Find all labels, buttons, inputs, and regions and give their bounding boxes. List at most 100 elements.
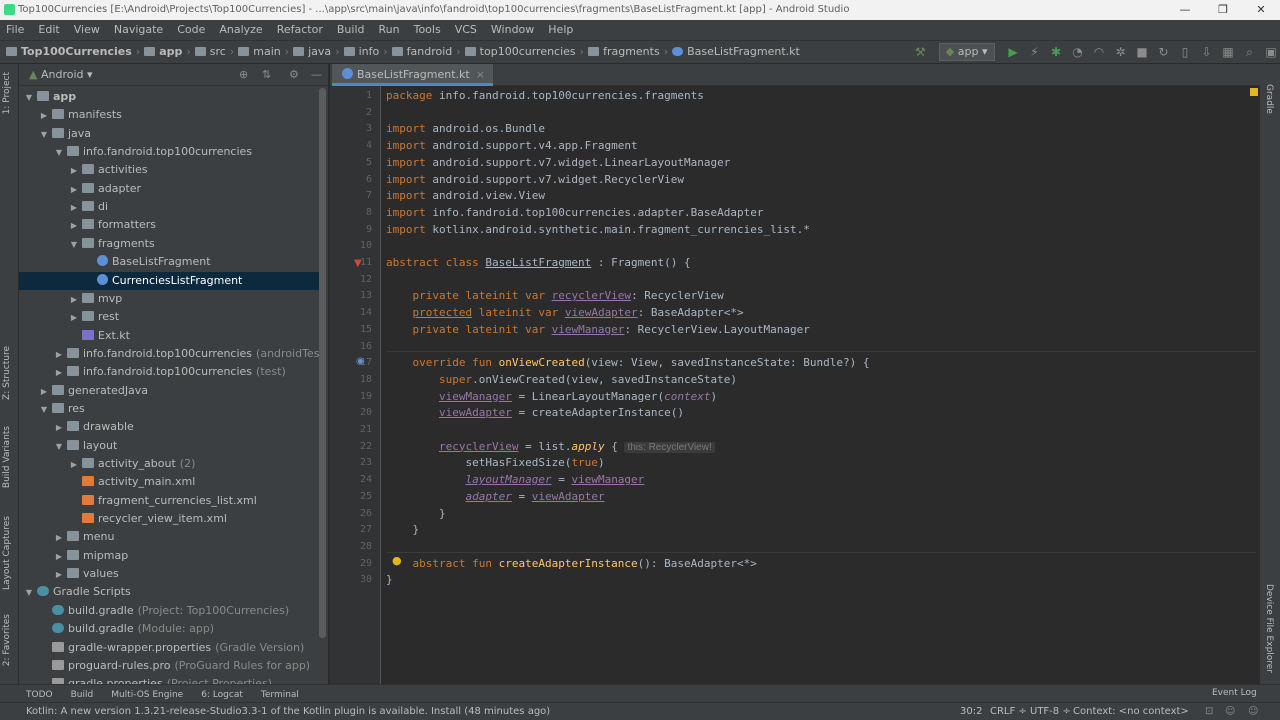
status-message[interactable]: Kotlin: A new version 1.3.21-release-Stu… xyxy=(26,706,550,717)
menu-code[interactable]: Code xyxy=(177,23,205,36)
menu-view[interactable]: View xyxy=(74,23,100,36)
breadcrumb-item[interactable]: src › xyxy=(194,41,234,63)
chevron-right-icon[interactable]: ▶ xyxy=(38,383,50,401)
tree-item[interactable]: ▶ manifests xyxy=(19,106,319,124)
chevron-right-icon[interactable]: ▶ xyxy=(68,291,80,309)
chevron-down-icon[interactable]: ▼ xyxy=(23,584,35,602)
breadcrumb-item[interactable]: main › xyxy=(238,41,289,63)
chevron-down-icon[interactable]: ▼ xyxy=(38,126,50,144)
lock-icon[interactable]: ⊡ xyxy=(1205,703,1213,720)
breadcrumb-item[interactable]: top100currencies › xyxy=(464,41,584,63)
tree-item[interactable]: ▼ layout xyxy=(19,437,319,455)
menu-build[interactable]: Build xyxy=(337,23,365,36)
tree-item[interactable]: ▼ fragments xyxy=(19,235,319,253)
notifications-icon[interactable]: ☺ xyxy=(1248,703,1258,720)
tree-item[interactable]: fragment_currencies_list.xml xyxy=(19,492,319,510)
tree-item[interactable]: BaseListFragment xyxy=(19,253,319,271)
chevron-right-icon[interactable]: ▶ xyxy=(38,107,50,125)
tree-item[interactable]: build.gradle (Project: Top100Currencies) xyxy=(19,602,319,620)
gradle-tool-tab[interactable]: Gradle xyxy=(1264,84,1274,114)
line-separator[interactable]: CRLF ÷ xyxy=(990,703,1027,720)
device-file-explorer-tab[interactable]: Device File Explorer xyxy=(1264,584,1274,673)
close-button[interactable]: ✕ xyxy=(1242,0,1280,20)
tree-item[interactable]: ▶ generatedJava xyxy=(19,382,319,400)
tool-window-6-logcat[interactable]: 6: Logcat xyxy=(201,690,243,700)
tree-item[interactable]: gradle.properties (Project Properties) xyxy=(19,675,319,684)
project-tool-tab[interactable]: 1: Project xyxy=(2,72,12,114)
tab-baselistfragment[interactable]: BaseListFragment.kt × xyxy=(332,64,493,86)
chevron-down-icon[interactable]: ▼ xyxy=(38,401,50,419)
menu-vcs[interactable]: VCS xyxy=(455,23,477,36)
layout-captures-tool-tab[interactable]: Layout Captures xyxy=(2,516,12,590)
tool-window-multi-os-engine[interactable]: Multi-OS Engine xyxy=(111,690,183,700)
sdk-manager-icon[interactable]: ⇩ xyxy=(1198,41,1216,63)
tree-item[interactable]: ▼ Gradle Scripts xyxy=(19,583,319,601)
layout-inspector-icon[interactable]: ▣ xyxy=(1262,41,1280,63)
sync-icon[interactable]: ↻ xyxy=(1155,41,1173,63)
chevron-right-icon[interactable]: ▶ xyxy=(68,181,80,199)
tree-item[interactable]: ▶ mipmap xyxy=(19,547,319,565)
file-encoding[interactable]: UTF-8 ÷ xyxy=(1030,703,1071,720)
inspector-icon[interactable]: ☺ xyxy=(1225,703,1235,720)
tree-item[interactable]: ▼ java xyxy=(19,125,319,143)
breadcrumb-item[interactable]: app › xyxy=(144,41,191,63)
build-variants-tool-tab[interactable]: Build Variants xyxy=(2,426,12,488)
project-structure-icon[interactable]: ▦ xyxy=(1219,41,1237,63)
hide-icon[interactable]: — xyxy=(311,64,322,86)
menu-refactor[interactable]: Refactor xyxy=(277,23,323,36)
apply-changes-icon[interactable]: ⚡ xyxy=(1026,41,1044,63)
attach-debugger-icon[interactable]: ✲ xyxy=(1112,41,1130,63)
tree-item[interactable]: ▶ activities xyxy=(19,161,319,179)
tree-item[interactable]: ▶ adapter xyxy=(19,180,319,198)
breadcrumb-item[interactable]: Top100Currencies › xyxy=(6,41,140,63)
tree-item[interactable]: build.gradle (Module: app) xyxy=(19,620,319,638)
chevron-right-icon[interactable]: ▶ xyxy=(53,529,65,547)
project-scrollbar[interactable] xyxy=(319,88,326,638)
chevron-down-icon[interactable]: ▼ xyxy=(23,89,35,107)
tree-item[interactable]: ▶ drawable xyxy=(19,418,319,436)
override-icon[interactable]: ◉ xyxy=(356,356,365,367)
tree-item[interactable]: ▶ di xyxy=(19,198,319,216)
hammer-icon[interactable]: ⚒ xyxy=(911,41,929,63)
coverage-icon[interactable]: ◔ xyxy=(1069,41,1087,63)
tool-window-build[interactable]: Build xyxy=(71,690,94,700)
implemented-icon[interactable]: ▼ xyxy=(354,258,362,269)
chevron-right-icon[interactable]: ▶ xyxy=(53,419,65,437)
run-icon[interactable]: ▶ xyxy=(1004,41,1022,63)
tree-item[interactable]: ▼ info.fandroid.top100currencies xyxy=(19,143,319,161)
debug-icon[interactable]: ✱ xyxy=(1047,41,1065,63)
chevron-right-icon[interactable]: ▶ xyxy=(53,566,65,584)
caret-position[interactable]: 30:2 xyxy=(960,703,982,720)
search-icon[interactable]: ⌕ xyxy=(1241,41,1259,63)
tree-item[interactable]: CurrenciesListFragment xyxy=(19,271,319,290)
menu-window[interactable]: Window xyxy=(491,23,534,36)
code-text[interactable]: package info.fandroid.top100currencies.f… xyxy=(386,86,1256,684)
tree-item[interactable]: proguard-rules.pro (ProGuard Rules for ap… xyxy=(19,657,319,675)
tree-item[interactable]: ▶ rest xyxy=(19,308,319,326)
breadcrumb-item[interactable]: fragments › xyxy=(588,41,668,63)
chevron-right-icon[interactable]: ▶ xyxy=(68,199,80,217)
context-indicator[interactable]: Context: <no context> xyxy=(1073,703,1189,720)
profile-icon[interactable]: ◠ xyxy=(1090,41,1108,63)
chevron-down-icon[interactable]: ▼ xyxy=(68,236,80,254)
collapse-icon[interactable]: ⇅ xyxy=(262,64,271,86)
breadcrumb-item[interactable]: BaseListFragment.kt xyxy=(672,41,800,63)
tree-item[interactable]: ▶ mvp xyxy=(19,290,319,308)
favorites-tool-tab[interactable]: 2: Favorites xyxy=(2,614,12,666)
tree-item[interactable]: recycler_view_item.xml xyxy=(19,510,319,528)
menu-help[interactable]: Help xyxy=(548,23,573,36)
tree-item[interactable]: ▶ activity_about (2) xyxy=(19,455,319,473)
tree-item[interactable]: ▶ formatters xyxy=(19,216,319,234)
chevron-down-icon[interactable]: ▼ xyxy=(53,144,65,162)
gear-icon[interactable]: ⚙ xyxy=(289,64,299,86)
avd-manager-icon[interactable]: ▯ xyxy=(1176,41,1194,63)
tree-item[interactable]: ▼ res xyxy=(19,400,319,418)
chevron-right-icon[interactable]: ▶ xyxy=(68,456,80,474)
menu-edit[interactable]: Edit xyxy=(38,23,59,36)
breadcrumb-item[interactable]: info › xyxy=(343,41,388,63)
menu-analyze[interactable]: Analyze xyxy=(219,23,262,36)
tree-item[interactable]: ▼ app xyxy=(19,88,319,106)
menu-run[interactable]: Run xyxy=(379,23,400,36)
tree-item[interactable]: ▶ menu xyxy=(19,528,319,546)
chevron-right-icon[interactable]: ▶ xyxy=(68,162,80,180)
